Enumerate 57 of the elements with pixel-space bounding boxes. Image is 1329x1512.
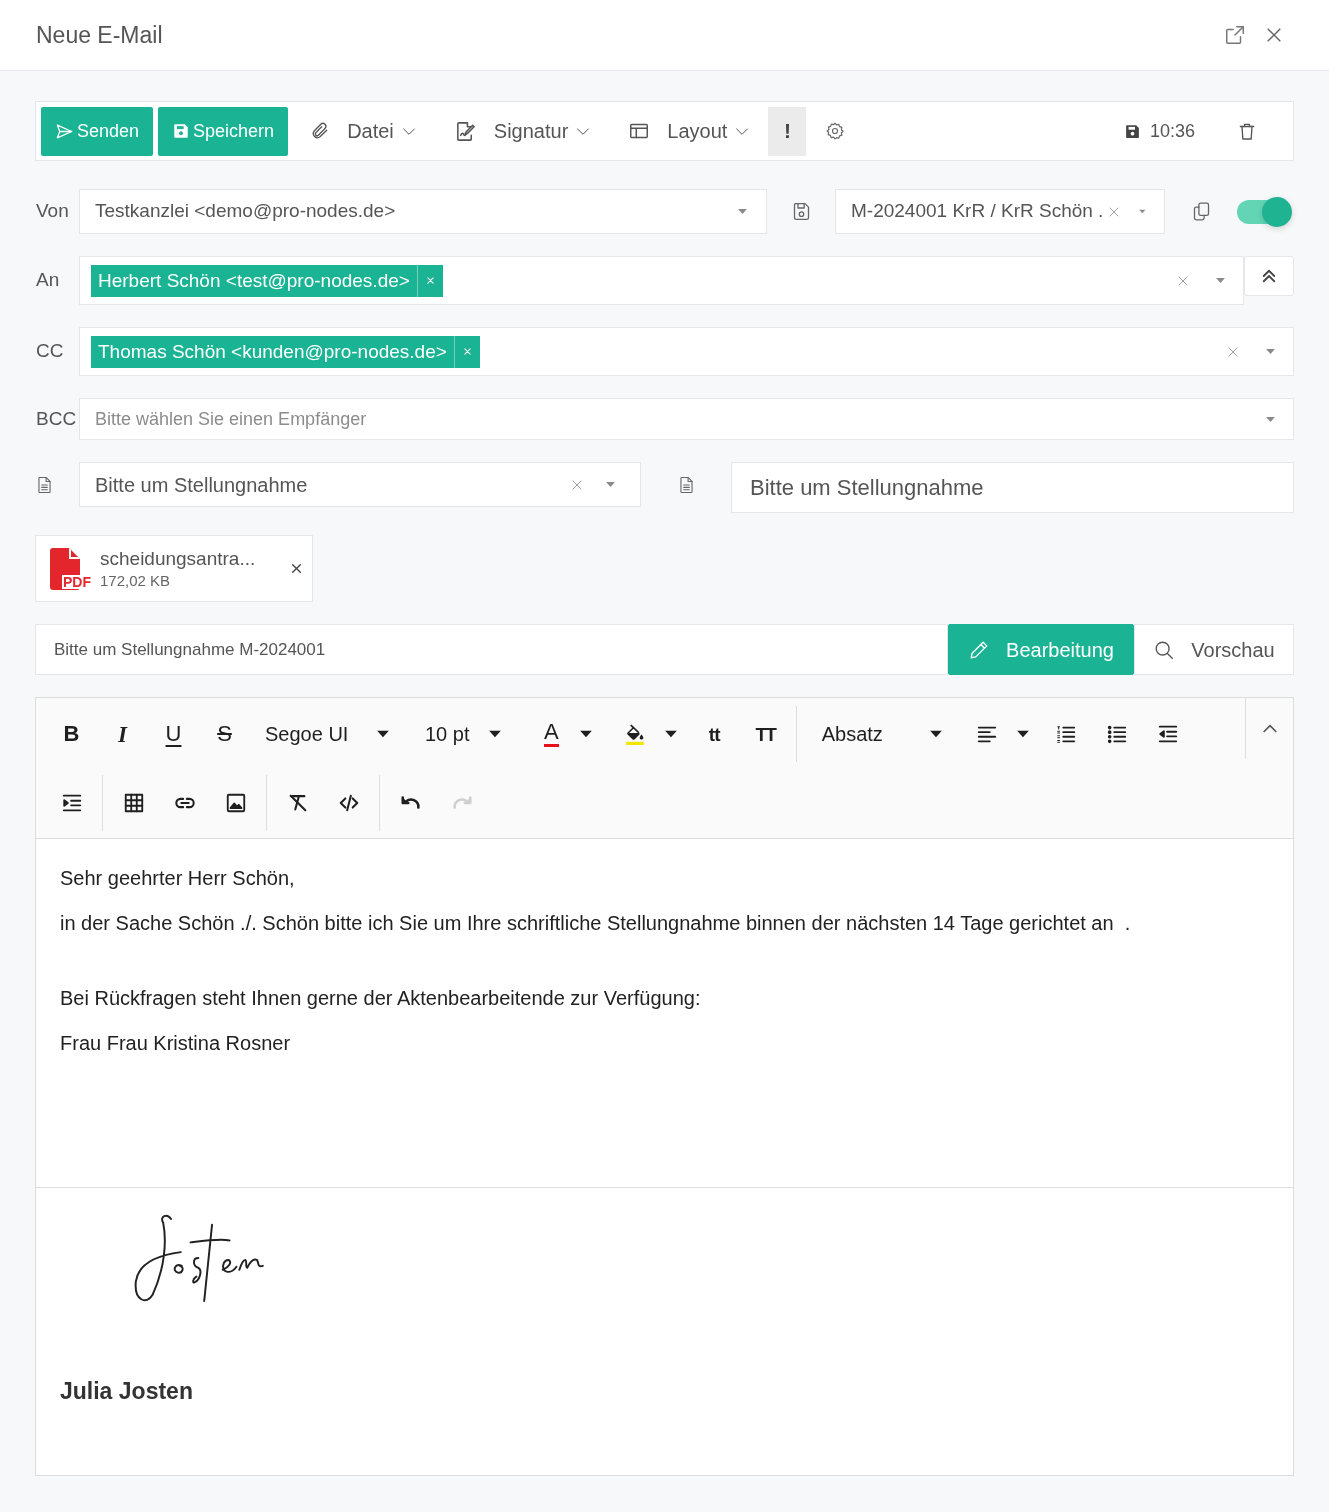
field-label: Von <box>35 199 70 224</box>
field-label: BCC <box>35 406 78 431</box>
priority-button[interactable]: ! <box>768 106 807 156</box>
file-menu-button[interactable]: Datei <box>300 106 427 156</box>
template-value: Bitte um Stellungnahme <box>95 472 309 498</box>
attachment-size: 172,02 KB <box>100 570 171 591</box>
close-icon <box>1264 25 1284 45</box>
settings-icon <box>825 121 846 141</box>
settings-button[interactable] <box>824 120 847 142</box>
close-icon <box>425 276 435 285</box>
field-label: An <box>35 268 61 293</box>
case-file-value: M-2024001 KrR / KrR Schön . <box>851 199 1104 224</box>
body-paragraph: Sehr geehrter Herr Schön, <box>60 866 296 891</box>
layout-menu-button[interactable]: Layout <box>618 106 761 156</box>
collapse-fields-button[interactable] <box>1244 256 1294 296</box>
paint-bucket-icon <box>623 722 646 746</box>
placeholder-text: Bitte wählen Sie einen Empfänger <box>95 407 368 431</box>
external-link-icon <box>1224 24 1246 46</box>
body-paragraph: Frau Frau Kristina Rosner <box>60 1031 292 1056</box>
pop-out-button[interactable] <box>1223 23 1247 47</box>
close-icon <box>289 562 303 575</box>
uppercase-button[interactable]: TT <box>739 711 791 757</box>
toggle-switch[interactable] <box>1237 195 1292 228</box>
signature-menu-button[interactable]: Signatur <box>443 106 602 156</box>
template-select[interactable]: Bitte um Stellungnahme <box>79 462 641 507</box>
close-icon <box>570 477 584 492</box>
signature-name: Julia Josten <box>60 1377 193 1406</box>
subject-input[interactable]: Bitte um Stellungnahme M-2024001 <box>35 624 948 675</box>
underline-button[interactable]: U <box>148 711 199 757</box>
field-label: CC <box>35 339 65 364</box>
sender-value: Testkanzlei <demo@pro-nodes.de> <box>95 199 397 224</box>
template-title-input[interactable]: Bitte um Stellungnahme <box>731 462 1294 513</box>
font-family-dropdown[interactable]: Segoe UI <box>250 711 405 757</box>
close-icon <box>1176 273 1190 288</box>
body-paragraph: in der Sache Schön ./. Schön bitte ich Sie um Ihre schriftliche Stellungnahme binnen der nächsten 14 Tage gerichtet an . <box>60 911 1132 936</box>
body-paragraph: Bei Rückfragen steht Ihnen gerne der Aktenbearbeitende zur Verfügung: <box>60 986 702 1011</box>
save-icon <box>1123 122 1141 140</box>
close-icon <box>1107 204 1122 219</box>
recipient-address: Herbert Schön <test@pro-nodes.de> <box>97 268 411 293</box>
preview-tab[interactable]: Vorschau <box>1134 624 1294 675</box>
lowercase-button[interactable]: tt <box>688 711 740 757</box>
bold-button[interactable]: B <box>46 711 97 757</box>
attachment-name: scheidungsantra... <box>100 546 256 571</box>
window-title: Neue E-Mail <box>36 20 163 50</box>
double-chevron-up-icon <box>1260 267 1278 285</box>
save-icon <box>172 122 191 140</box>
paragraph-format-dropdown[interactable]: Absatz <box>801 711 962 757</box>
close-icon <box>1226 344 1240 359</box>
close-icon <box>462 347 472 356</box>
recipient-address: Thomas Schön <kunden@pro-nodes.de> <box>97 339 448 364</box>
sender-select[interactable]: Testkanzlei <demo@pro-nodes.de> <box>79 189 767 234</box>
font-color-button[interactable]: A <box>519 711 604 757</box>
last-saved-time: 10:36 <box>1149 119 1195 143</box>
case-file-select[interactable]: M-2024001 KrR / KrR Schön . <box>835 189 1165 234</box>
italic-button[interactable]: I <box>97 711 148 757</box>
strikethrough-button[interactable]: S <box>199 711 250 757</box>
font-size-dropdown[interactable]: 10 pt <box>405 711 519 757</box>
